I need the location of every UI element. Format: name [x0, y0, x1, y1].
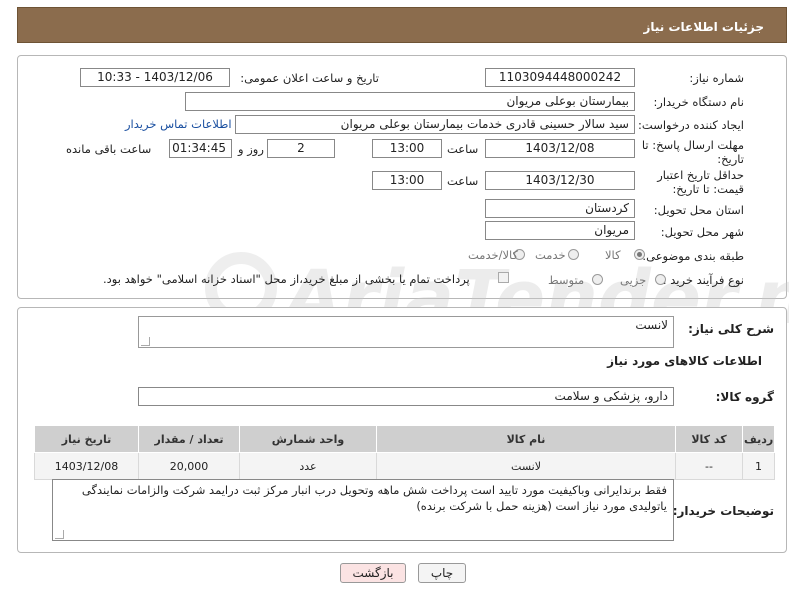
announce-field: 1403/12/06 - 10:33: [80, 68, 230, 87]
reply-date-field: 1403/12/08: [485, 139, 635, 158]
treasury-payment-note: پرداخت تمام یا بخشی از مبلغ خرید،از محل …: [103, 272, 470, 286]
summary-field: لانست: [138, 316, 674, 348]
reply-deadline-label: مهلت ارسال پاسخ: تا تاریخ:: [641, 138, 744, 166]
time-remaining-field: 01:34:45: [169, 139, 232, 158]
price-date-field: 1403/12/30: [485, 171, 635, 190]
buyer-contact-link[interactable]: اطلاعات تماس خریدار: [125, 117, 232, 131]
resize-grip-icon[interactable]: [141, 337, 150, 346]
buyer-notes-value: فقط برندایرانی وباکیفیت مورد تایید است پ…: [81, 483, 667, 513]
need-number-label: شماره نیاز:: [689, 71, 744, 85]
process-option-medium: متوسط: [548, 273, 585, 287]
print-button[interactable]: چاپ: [418, 563, 466, 583]
back-button[interactable]: بازگشت: [340, 563, 406, 583]
process-label: نوع فرآیند خرید :: [662, 273, 744, 287]
cell-row-number: 1: [742, 452, 775, 480]
goods-table: تاریخ نیاز تعداد / مقدار واحد شمارش نام …: [34, 425, 775, 480]
cell-quantity: 20,000: [138, 452, 240, 480]
price-time-label: ساعت: [447, 174, 479, 188]
category-option-service: خدمت: [535, 248, 566, 262]
category-radio-goods[interactable]: [634, 249, 645, 260]
process-radio-medium[interactable]: [592, 274, 603, 285]
treasury-payment-checkbox[interactable]: [498, 272, 509, 283]
goods-group-field: دارو، پزشکی و سلامت: [138, 387, 674, 406]
category-label: طبقه بندی موضوعی:: [642, 249, 744, 263]
category-option-goods-service: کالا/خدمت: [468, 248, 519, 262]
buyer-notes-field: فقط برندایرانی وباکیفیت مورد تایید است پ…: [52, 479, 674, 541]
price-validity-label: حداقل تاریخ اعتبار قیمت: تا تاریخ:: [657, 168, 744, 196]
col-unit: واحد شمارش: [239, 425, 377, 453]
goods-group-label: گروه کالا:: [715, 390, 774, 404]
category-radio-service[interactable]: [568, 249, 579, 260]
city-field: مریوان: [485, 221, 635, 240]
page-title: جزئیات اطلاعات نیاز: [643, 20, 764, 34]
buyer-org-field: بیمارستان بوعلی مریوان: [185, 92, 635, 111]
province-label: استان محل تحویل:: [653, 203, 744, 217]
reply-time-label: ساعت: [447, 142, 479, 156]
col-goods-code: کد کالا: [675, 425, 743, 453]
buyer-org-label: نام دستگاه خریدار:: [653, 95, 744, 109]
col-row-number: ردیف: [742, 425, 775, 453]
cell-goods-name: لانست: [376, 452, 676, 480]
cell-goods-code: --: [675, 452, 743, 480]
requester-field: سید سالار حسینی قادری خدمات بیمارستان بو…: [235, 115, 635, 134]
cell-unit: عدد: [239, 452, 377, 480]
category-option-goods: کالا: [605, 248, 621, 262]
table-row: 1403/12/08 20,000 عدد لانست -- 1: [34, 452, 775, 480]
resize-grip-icon[interactable]: [55, 530, 64, 539]
summary-label: شرح کلی نیاز:: [688, 322, 774, 336]
summary-value: لانست: [635, 318, 668, 332]
col-quantity: تعداد / مقدار: [138, 425, 240, 453]
process-radio-minor[interactable]: [655, 274, 666, 285]
buyer-notes-label: توضیحات خریدار:: [672, 504, 774, 518]
goods-info-title: اطلاعات کالاهای مورد نیاز: [607, 354, 762, 368]
announce-label: تاریخ و ساعت اعلان عمومی:: [240, 71, 379, 85]
city-label: شهر محل تحویل:: [660, 225, 744, 239]
price-time-field: 13:00: [372, 171, 442, 190]
col-goods-name: نام کالا: [376, 425, 676, 453]
page-header: جزئیات اطلاعات نیاز: [17, 7, 787, 43]
cell-need-date: 1403/12/08: [34, 452, 139, 480]
province-field: کردستان: [485, 199, 635, 218]
days-label: روز و: [238, 142, 264, 156]
requester-label: ایجاد کننده درخواست:: [638, 118, 744, 132]
reply-time-field: 13:00: [372, 139, 442, 158]
table-header-row: تاریخ نیاز تعداد / مقدار واحد شمارش نام …: [34, 425, 775, 453]
need-number-field: 1103094448000242: [485, 68, 635, 87]
col-need-date: تاریخ نیاز: [34, 425, 139, 453]
days-remaining-field: 2: [267, 139, 335, 158]
time-remaining-label: ساعت باقی مانده: [66, 142, 152, 156]
process-option-minor: جزیی: [620, 273, 647, 287]
